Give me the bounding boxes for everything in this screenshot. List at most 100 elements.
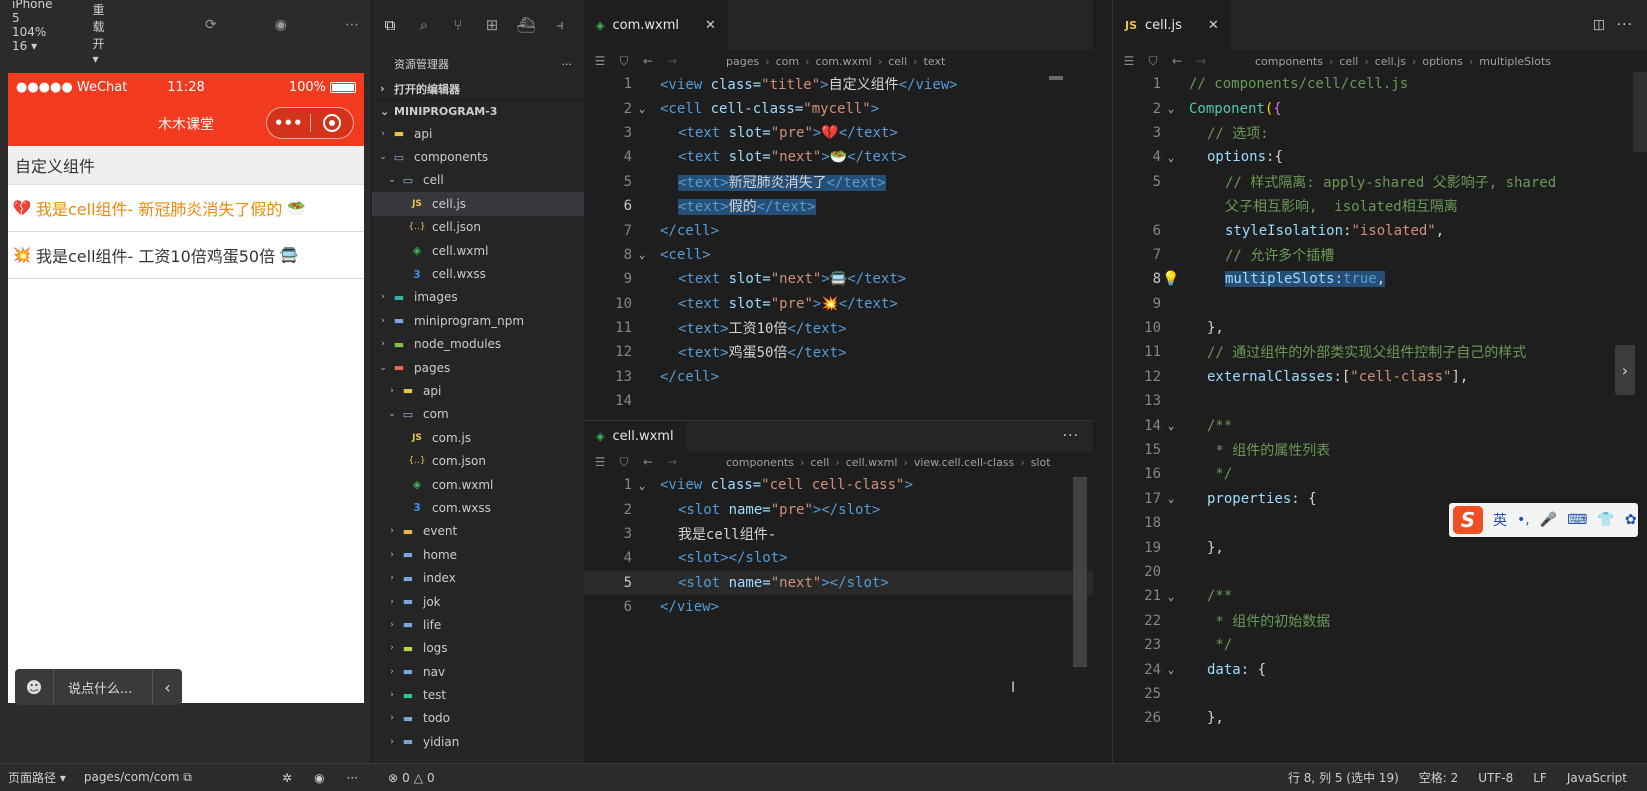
toolbox-icon[interactable]: ✿ — [1625, 512, 1637, 528]
tree-item[interactable]: ◈ com.wxml — [372, 473, 584, 496]
language-mode[interactable]: JavaScript — [1567, 771, 1627, 785]
tab-com-wxml[interactable]: ◈ com.wxml ✕ — [584, 0, 728, 50]
breadcrumb-item[interactable]: options — [1422, 55, 1463, 68]
source-control-icon[interactable]: ⑂ — [448, 16, 468, 34]
tree-item[interactable]: › ▬ nav — [372, 660, 584, 683]
tree-item[interactable]: › ▬ home — [372, 543, 584, 566]
cell-item[interactable]: 💔 我是cell组件- 新冠肺炎消失了假的 🥗 — [8, 185, 364, 232]
close-icon[interactable]: ✕ — [705, 18, 716, 33]
tree-item[interactable]: › ▬ api — [372, 122, 584, 145]
explorer-more-icon[interactable]: ··· — [562, 58, 573, 71]
tree-item[interactable]: {..} cell.json — [372, 216, 584, 239]
back-arrow-icon[interactable]: ← — [640, 455, 656, 469]
scrollbar[interactable] — [1073, 477, 1087, 667]
more-icon[interactable]: ··· — [1063, 428, 1079, 444]
page-path-label[interactable]: 页面路径 ▾ — [8, 769, 66, 786]
microphone-icon[interactable]: 🎤 — [1540, 512, 1557, 528]
tree-item[interactable]: ⌄ ▭ components — [372, 145, 584, 168]
sogou-logo-icon[interactable]: S — [1453, 506, 1483, 534]
bookmark-icon[interactable]: ⛉ — [616, 54, 632, 69]
breadcrumb-item[interactable]: cell.wxml — [846, 456, 898, 469]
breadcrumb-item[interactable]: pages — [726, 55, 759, 68]
copy-icon[interactable]: ⧉ — [183, 770, 192, 784]
tree-item[interactable]: › ▬ todo — [372, 707, 584, 730]
bookmark-list-icon[interactable]: ☰ — [592, 455, 608, 469]
more-icon[interactable]: ⋯ — [345, 17, 359, 33]
fold-chevron-icon[interactable]: ⌄ — [1161, 151, 1181, 164]
bookmark-icon[interactable]: ⛉ — [616, 455, 632, 470]
chevron-left-icon[interactable]: ‹ — [152, 669, 182, 705]
split-editor-icon[interactable]: ◫ — [1593, 18, 1605, 33]
project-section[interactable]: ⌄ MINIPROGRAM-3 — [372, 100, 584, 122]
tree-item[interactable]: ⌄ ▭ com — [372, 403, 584, 426]
tree-item[interactable]: ⌄ ▭ cell — [372, 169, 584, 192]
capsule-close-icon[interactable] — [311, 114, 354, 133]
bookmark-list-icon[interactable]: ☰ — [592, 54, 608, 68]
forward-arrow-icon[interactable]: → — [1193, 54, 1209, 68]
breadcrumb-item[interactable]: cell — [810, 456, 829, 469]
tree-item[interactable]: 3 cell.wxss — [372, 262, 584, 285]
code-area[interactable]: 1// components/cell/cell.js 2 ⌄ Component({… — [1113, 72, 1647, 731]
breadcrumb-item[interactable]: components — [1255, 55, 1323, 68]
breadcrumb-item[interactable]: cell.js — [1375, 55, 1406, 68]
keyboard-icon[interactable]: ⌨ — [1567, 512, 1587, 528]
tree-item[interactable]: › ▬ miniprogram_npm — [372, 309, 584, 332]
breadcrumb-item[interactable]: view.cell.cell-class — [914, 456, 1014, 469]
ime-language[interactable]: 英 — [1493, 510, 1507, 530]
fold-chevron-icon[interactable]: ⌄ — [632, 479, 652, 492]
stop-icon[interactable]: ◉ — [275, 17, 287, 33]
tree-item[interactable]: › ▬ test — [372, 683, 584, 706]
tree-item[interactable]: › ▬ event — [372, 520, 584, 543]
scrollbar[interactable] — [1633, 72, 1647, 152]
open-editors-section[interactable]: › 打开的编辑器 — [372, 78, 584, 100]
breadcrumb-item[interactable]: com — [776, 55, 800, 68]
tree-item[interactable]: JS cell.js — [372, 192, 584, 216]
fold-chevron-icon[interactable]: ⌄ — [632, 248, 652, 261]
tree-item[interactable]: {..} com.json — [372, 449, 584, 472]
tab-cell-js[interactable]: JS cell.js ✕ — [1113, 0, 1231, 50]
forward-arrow-icon[interactable]: → — [664, 54, 680, 68]
problems-indicator[interactable]: ⊗ 0 △ 0 — [372, 771, 435, 785]
files-icon[interactable]: ⧉ — [380, 16, 400, 34]
tree-item[interactable]: › ▬ life — [372, 613, 584, 636]
device-selector[interactable]: iPhone 5 104% 16 ▾ — [12, 0, 53, 53]
tree-item[interactable]: ◈ cell.wxml — [372, 239, 584, 262]
split-panel-icon[interactable]: ⫞ — [550, 16, 570, 34]
forward-arrow-icon[interactable]: → — [664, 455, 680, 469]
chat-input[interactable]: 说点什么... — [53, 669, 152, 705]
tree-item[interactable]: › ▬ api — [372, 379, 584, 402]
extensions-icon[interactable]: ⊞ — [482, 16, 502, 34]
close-icon[interactable]: ✕ — [1208, 18, 1219, 33]
back-arrow-icon[interactable]: ← — [1169, 54, 1185, 68]
code-area[interactable]: 1 ⌄ <view class="cell cell-class"> 2 <slot n… — [584, 473, 1093, 619]
breadcrumb-item[interactable]: cell — [888, 55, 907, 68]
breadcrumb-item[interactable]: slot — [1031, 456, 1051, 469]
lightbulb-icon[interactable]: 💡 — [1161, 271, 1181, 287]
breadcrumb-item[interactable]: cell — [1339, 55, 1358, 68]
refresh-icon[interactable]: ⟳ — [205, 17, 217, 33]
fold-chevron-icon[interactable]: ⌄ — [1161, 663, 1181, 676]
tree-item[interactable]: › ▬ node_modules — [372, 333, 584, 356]
bookmark-list-icon[interactable]: ☰ — [1121, 54, 1137, 68]
bug-icon[interactable]: ✲ — [282, 771, 292, 785]
breadcrumb-item[interactable]: components — [726, 456, 794, 469]
tree-item[interactable]: JS com.js — [372, 426, 584, 449]
hot-reload-toggle[interactable]: 热重载 开 ▾ — [93, 0, 108, 66]
code-area[interactable]: 1 <view class="title">自定义组件</view> 2 ⌄ <cell… — [584, 72, 1093, 413]
tree-item[interactable]: › ▬ jok — [372, 590, 584, 613]
tree-item[interactable]: 3 com.wxss — [372, 496, 584, 519]
skin-icon[interactable]: 👕 — [1597, 512, 1614, 528]
encoding[interactable]: UTF-8 — [1478, 771, 1513, 785]
back-arrow-icon[interactable]: ← — [640, 54, 656, 68]
smile-icon[interactable]: ☻ — [15, 678, 53, 697]
eye-icon[interactable]: ◉ — [314, 771, 324, 785]
indentation[interactable]: 空格: 2 — [1419, 769, 1459, 786]
more-icon[interactable]: ··· — [347, 771, 358, 785]
page-path[interactable]: pages/com/com ⧉ — [84, 770, 192, 785]
fold-chevron-icon[interactable]: ⌄ — [1161, 590, 1181, 603]
fold-chevron-icon[interactable]: ⌄ — [1161, 102, 1181, 115]
punctuation-icon[interactable]: •, — [1517, 512, 1530, 528]
docker-icon[interactable]: ⛴ — [516, 16, 536, 34]
tree-item[interactable]: › ▬ logs — [372, 637, 584, 660]
breadcrumb-item[interactable]: multipleSlots — [1479, 55, 1551, 68]
